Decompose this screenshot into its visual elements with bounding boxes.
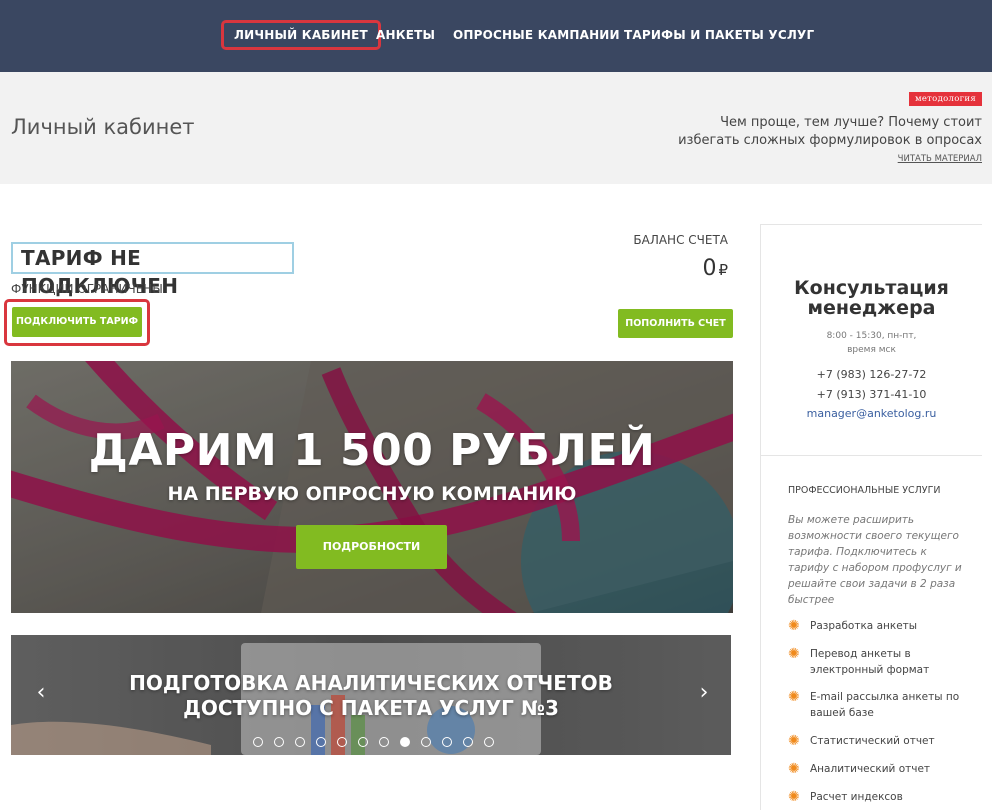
- nav-item-surveys[interactable]: АНКЕТЫ: [376, 20, 435, 50]
- carousel-dot[interactable]: [295, 737, 305, 747]
- gear-icon: ✺: [788, 789, 800, 805]
- service-item[interactable]: ✺ Расчет индексов: [788, 789, 968, 805]
- chevron-right-icon[interactable]: ›: [694, 681, 714, 705]
- consultation-title: Консультация менеджера: [761, 278, 982, 318]
- sidebar-divider: [761, 455, 982, 456]
- service-label: Разработка анкеты: [810, 620, 918, 632]
- pro-services-description: Вы можете расширить возможности своего т…: [788, 514, 962, 606]
- carousel-dot[interactable]: [484, 737, 494, 747]
- page-title: Личный кабинет: [11, 115, 195, 139]
- carousel-dot[interactable]: [400, 737, 410, 747]
- currency-sign: ₽: [718, 261, 728, 279]
- carousel-line-2: ДОСТУПНО С ПАКЕТА УСЛУГ №3: [183, 696, 559, 720]
- nav-item-cabinet[interactable]: ЛИЧНЫЙ КАБИНЕТ: [221, 20, 381, 50]
- chevron-left-icon[interactable]: ‹: [31, 681, 51, 705]
- gear-icon: ✺: [788, 618, 800, 634]
- consultation-title-line-2: менеджера: [807, 297, 936, 319]
- working-hours: 8:00 - 15:30, пн-пт, время мск: [761, 329, 982, 357]
- carousel-headline: ПОДГОТОВКА АНАЛИТИЧЕСКИХ ОТЧЕТОВ ДОСТУПН…: [11, 671, 731, 721]
- service-item[interactable]: ✺ Разработка анкеты: [788, 618, 968, 634]
- gear-icon: ✺: [788, 646, 800, 662]
- hours-line-2: время мск: [847, 345, 896, 355]
- carousel-dot[interactable]: [421, 737, 431, 747]
- carousel-dots: [253, 737, 494, 747]
- promo-line-2: избегать сложных формулировок в опросах: [678, 133, 982, 148]
- topup-button[interactable]: ПОПОЛНИТЬ СЧЕТ: [618, 309, 733, 338]
- phone-1[interactable]: +7 (983) 126-27-72: [761, 368, 982, 381]
- service-label: Статистический отчет: [810, 735, 935, 747]
- tariff-status: ТАРИФ НЕ ПОДКЛЮЧЕН: [11, 242, 294, 298]
- carousel-dot[interactable]: [316, 737, 326, 747]
- carousel-dot[interactable]: [463, 737, 473, 747]
- carousel-dot[interactable]: [358, 737, 368, 747]
- top-nav: ЛИЧНЫЙ КАБИНЕТ АНКЕТЫ ОПРОСНЫЕ КАМПАНИИ …: [0, 0, 992, 72]
- gift-banner[interactable]: ДАРИМ 1 500 РУБЛЕЙ НА ПЕРВУЮ ОПРОСНУЮ КО…: [11, 361, 733, 613]
- service-item[interactable]: ✺ Аналитический отчет: [788, 761, 968, 777]
- sidebar-divider: [761, 224, 982, 225]
- carousel-dot[interactable]: [442, 737, 452, 747]
- promo-line-1: Чем проще, тем лучше? Почему стоит: [720, 115, 982, 130]
- promo-article-text[interactable]: Чем проще, тем лучше? Почему стоит избег…: [662, 114, 982, 150]
- consultation-title-line-1: Консультация: [794, 277, 949, 299]
- carousel-dot[interactable]: [337, 737, 347, 747]
- service-label: Перевод анкеты в электронный формат: [810, 648, 930, 676]
- pro-services-title: ПРОФЕССИОНАЛЬНЫЕ УСЛУГИ: [788, 485, 941, 496]
- read-article-link[interactable]: ЧИТАТЬ МАТЕРИАЛ: [898, 154, 982, 164]
- nav-item-tariffs[interactable]: ТАРИФЫ И ПАКЕТЫ УСЛУГ: [624, 20, 814, 50]
- carousel-dot[interactable]: [253, 737, 263, 747]
- gift-subheadline: НА ПЕРВУЮ ОПРОСНУЮ КОМПАНИЮ: [167, 483, 577, 505]
- balance-value: 0 ₽: [702, 256, 728, 281]
- gear-icon: ✺: [788, 761, 800, 777]
- service-label: Аналитический отчет: [810, 763, 931, 775]
- service-item[interactable]: ✺ E-mail рассылка анкеты по вашей базе: [788, 689, 968, 721]
- carousel-dot[interactable]: [379, 737, 389, 747]
- category-tag: методология: [909, 92, 982, 106]
- carousel[interactable]: ПОДГОТОВКА АНАЛИТИЧЕСКИХ ОТЧЕТОВ ДОСТУПН…: [11, 635, 731, 755]
- carousel-dot[interactable]: [274, 737, 284, 747]
- gear-icon: ✺: [788, 733, 800, 749]
- manager-email-link[interactable]: manager@anketolog.ru: [761, 407, 982, 420]
- phone-2[interactable]: +7 (913) 371-41-10: [761, 388, 982, 401]
- connect-tariff-button[interactable]: ПОДКЛЮЧИТЬ ТАРИФ: [12, 307, 142, 337]
- service-item[interactable]: ✺ Статистический отчет: [788, 733, 968, 749]
- service-label: E-mail рассылка анкеты по вашей базе: [810, 691, 960, 719]
- gift-headline: ДАРИМ 1 500 РУБЛЕЙ: [88, 425, 656, 476]
- service-item[interactable]: ✺ Перевод анкеты в электронный формат: [788, 646, 968, 678]
- balance-label: БАЛАНС СЧЕТА: [633, 233, 728, 247]
- balance-amount: 0: [702, 256, 717, 281]
- nav-item-campaigns[interactable]: ОПРОСНЫЕ КАМПАНИИ: [453, 20, 620, 50]
- service-label: Расчет индексов: [810, 791, 903, 803]
- functions-note: ФУНКЦИИ ОГРАНИЧЕНЫ: [11, 282, 163, 296]
- hours-line-1: 8:00 - 15:30, пн-пт,: [826, 331, 917, 341]
- details-button[interactable]: ПОДРОБНОСТИ: [296, 525, 447, 569]
- carousel-line-1: ПОДГОТОВКА АНАЛИТИЧЕСКИХ ОТЧЕТОВ: [129, 671, 613, 695]
- gear-icon: ✺: [788, 689, 800, 705]
